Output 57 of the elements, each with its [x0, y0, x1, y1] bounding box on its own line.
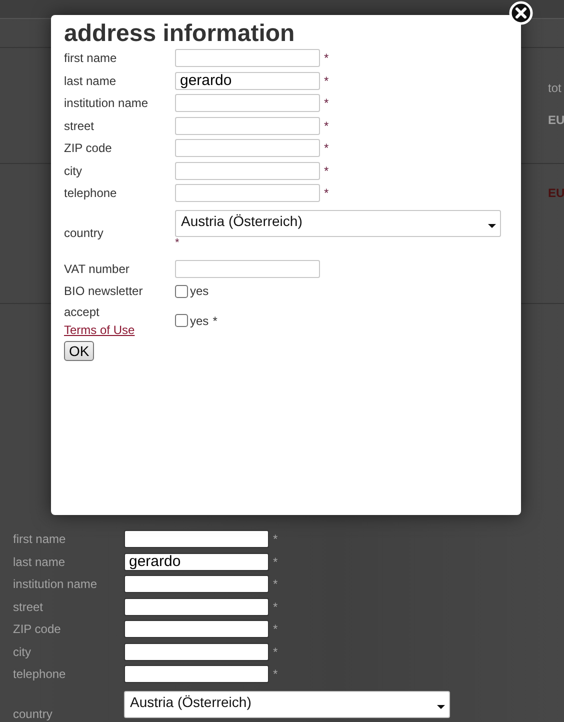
ok-button[interactable]: OK — [64, 340, 94, 360]
required-mark: * — [273, 554, 278, 569]
field-label: first name — [13, 531, 67, 548]
field-label: city — [13, 644, 32, 661]
text-field[interactable] — [124, 575, 269, 594]
field-label: last name — [64, 72, 118, 90]
field-label: last name — [13, 554, 66, 571]
text-field[interactable]: gerardo — [124, 552, 269, 571]
required-mark: * — [324, 51, 329, 66]
field-label: institution name — [64, 95, 150, 112]
text-field[interactable] — [124, 598, 269, 616]
terms-link[interactable]: Terms of Use — [64, 322, 135, 336]
required-mark: * — [324, 74, 329, 88]
field-label: ZIP code — [13, 621, 62, 638]
field-label: institution name — [13, 576, 98, 594]
required-mark: * — [324, 141, 329, 156]
field-label: telephone — [64, 185, 118, 202]
text-field[interactable] — [124, 530, 269, 548]
field-label: ZIP code — [64, 140, 113, 158]
required-mark: * — [324, 96, 329, 110]
field-label: telephone — [13, 666, 67, 684]
text-field[interactable] — [124, 620, 269, 638]
country-dropdown[interactable]: Austria (Österreich) — [124, 690, 450, 718]
required-mark: * — [324, 164, 329, 178]
field-label: VAT number — [64, 260, 130, 278]
caret-icon — [488, 224, 496, 228]
field-label: accept — [64, 304, 100, 318]
required-mark: * — [273, 600, 278, 614]
text-field[interactable]: gerardo — [175, 72, 320, 90]
summary-text: tot — [548, 81, 562, 95]
required-mark: * — [175, 236, 180, 248]
form-title: address information — [64, 21, 296, 47]
field-label: street — [13, 598, 44, 616]
required-mark: * — [212, 314, 218, 328]
country-dropdown[interactable]: Austria (Österreich) — [175, 210, 501, 236]
text-field[interactable] — [124, 642, 269, 661]
field-label: city — [64, 162, 83, 180]
required-mark: * — [273, 577, 278, 592]
required-mark: * — [324, 186, 329, 200]
field-label: country — [64, 224, 104, 242]
field-label: country — [13, 706, 54, 722]
checkbox[interactable] — [175, 314, 188, 327]
summary-text: EU — [548, 113, 564, 127]
checkbox[interactable] — [175, 284, 188, 298]
required-mark: * — [273, 644, 278, 659]
required-mark: * — [273, 532, 278, 546]
field-label: BIO newsletter — [64, 283, 144, 300]
field-label: first name — [64, 50, 118, 68]
required-mark: * — [273, 622, 278, 636]
caret-icon — [437, 704, 445, 708]
text-field[interactable] — [124, 665, 269, 684]
close-button[interactable] — [509, 1, 533, 25]
required-mark: * — [273, 667, 278, 682]
field-label: street — [64, 118, 96, 135]
option-label: yes — [190, 284, 209, 298]
option-label: yes — [190, 314, 209, 328]
required-mark: * — [324, 118, 329, 133]
